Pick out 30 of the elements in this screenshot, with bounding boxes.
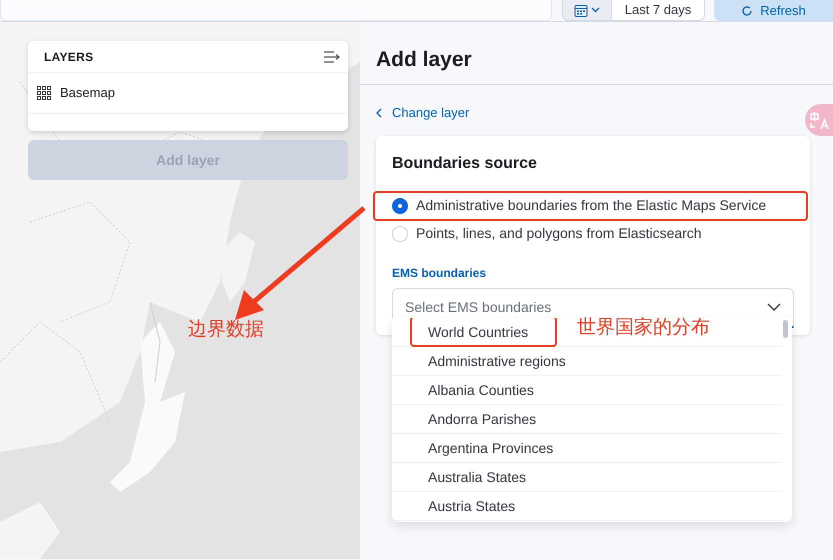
dropdown-option[interactable]: Austria States [392,492,782,521]
field-label: EMS boundaries [392,264,488,282]
dropdown-option[interactable]: Argentina Provinces [392,434,782,463]
calendar-button[interactable] [562,0,612,21]
refresh-icon [741,4,754,16]
calendar-icon [574,4,588,16]
translate-button[interactable] [805,104,833,136]
layer-row[interactable]: Basemap [28,73,348,114]
dropdown-option[interactable]: Albania Counties [392,376,782,405]
refresh-button[interactable]: Refresh [714,0,833,21]
radio-option[interactable]: Administrative boundaries from the Elastic Maps Service [392,195,766,216]
dropdown-option[interactable]: Andorra Parishes [392,405,782,434]
layer-name: Basemap [60,84,115,102]
chevron-icon [591,7,600,13]
panel-title: LAYERS [44,48,94,66]
card-title: Boundaries source [392,154,538,174]
query-bar[interactable] [0,0,552,21]
translate-icon [809,110,829,131]
dropdown-option[interactable]: Administrative regions [392,347,782,376]
annotation-note: 边界数据 [188,320,264,339]
panel-title: Add layer [376,48,472,71]
chevron-left-icon [376,108,382,118]
date-range[interactable]: Last 7 days [612,0,705,21]
radio-option[interactable]: Points, lines, and polygons from Elasticsearch [392,223,702,244]
dropdown-option[interactable]: Australia States [392,463,782,492]
back-link[interactable]: Change layer [376,103,470,122]
chevron-down-icon [767,303,781,312]
grid-icon [37,86,51,100]
scrollbar-thumb[interactable] [783,320,788,338]
collapse-icon[interactable] [324,50,340,62]
